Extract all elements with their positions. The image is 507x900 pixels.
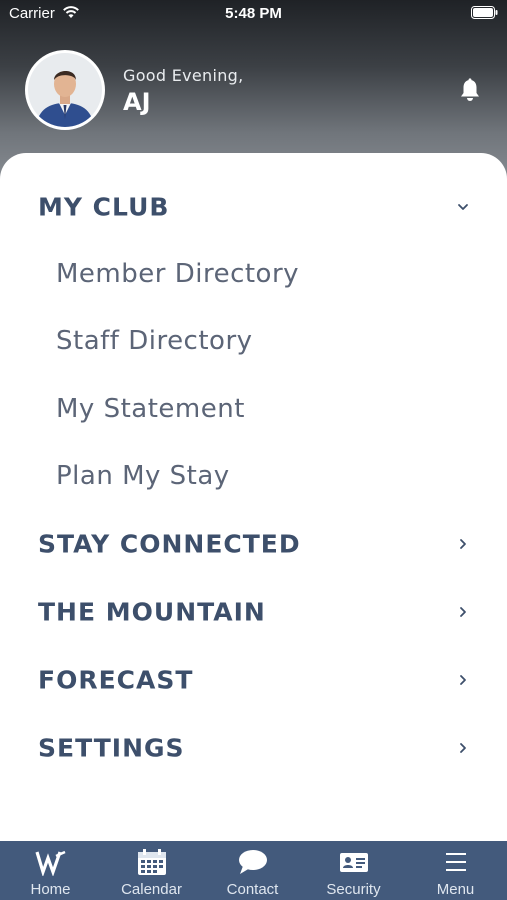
calendar-icon xyxy=(137,849,166,875)
tab-bar: Home Calendar Contact Security Menu xyxy=(0,841,507,900)
bell-icon[interactable] xyxy=(459,78,481,102)
section-title: MY CLUB xyxy=(38,192,170,222)
clock: 5:48 PM xyxy=(225,5,282,22)
section-forecast[interactable]: FORECAST xyxy=(0,655,507,705)
avatar[interactable] xyxy=(25,50,105,130)
menu-item-label: My Statement xyxy=(56,394,245,424)
user-name: AJ xyxy=(123,88,151,116)
greeting-text: Good Evening, xyxy=(123,66,244,85)
chat-bubble-icon xyxy=(238,850,267,874)
menu-item-member-directory[interactable]: Member Directory xyxy=(0,249,507,299)
profile-photo xyxy=(28,53,102,127)
tab-label: Calendar xyxy=(121,881,182,898)
chevron-right-icon xyxy=(460,607,466,617)
section-title: SETTINGS xyxy=(38,733,185,763)
menu-item-plan-my-stay[interactable]: Plan My Stay xyxy=(0,451,507,501)
menu-item-staff-directory[interactable]: Staff Directory xyxy=(0,316,507,366)
battery-icon xyxy=(471,6,498,19)
tab-contact[interactable]: Contact xyxy=(202,841,303,900)
menu-item-label: Staff Directory xyxy=(56,326,253,356)
section-stay-connected[interactable]: STAY CONNECTED xyxy=(0,519,507,569)
tab-home[interactable]: Home xyxy=(0,841,101,900)
id-card-icon xyxy=(339,853,368,872)
hamburger-icon xyxy=(445,853,466,871)
status-bar: Carrier 5:48 PM xyxy=(0,0,507,28)
menu-item-label: Plan My Stay xyxy=(56,461,230,491)
tab-menu[interactable]: Menu xyxy=(404,841,507,900)
menu-item-my-statement[interactable]: My Statement xyxy=(0,384,507,434)
logo-w-icon xyxy=(34,850,65,876)
tab-label: Contact xyxy=(226,881,279,898)
section-my-club[interactable]: MY CLUB xyxy=(0,182,507,232)
tab-calendar[interactable]: Calendar xyxy=(101,841,202,900)
tab-label: Security xyxy=(326,881,381,898)
section-title: THE MOUNTAIN xyxy=(38,597,266,627)
menu-item-label: Member Directory xyxy=(56,259,300,289)
chevron-down-icon xyxy=(458,204,468,210)
chevron-right-icon xyxy=(460,539,466,549)
tab-security[interactable]: Security xyxy=(303,841,404,900)
section-title: FORECAST xyxy=(38,665,194,695)
menu-panel: MY CLUB Member Directory Staff Directory… xyxy=(0,153,507,841)
tab-label: Home xyxy=(30,881,71,898)
chevron-right-icon xyxy=(460,743,466,753)
chevron-right-icon xyxy=(460,675,466,685)
tab-label: Menu xyxy=(436,881,475,898)
section-settings[interactable]: SETTINGS xyxy=(0,723,507,773)
section-the-mountain[interactable]: THE MOUNTAIN xyxy=(0,587,507,637)
section-title: STAY CONNECTED xyxy=(38,529,301,559)
